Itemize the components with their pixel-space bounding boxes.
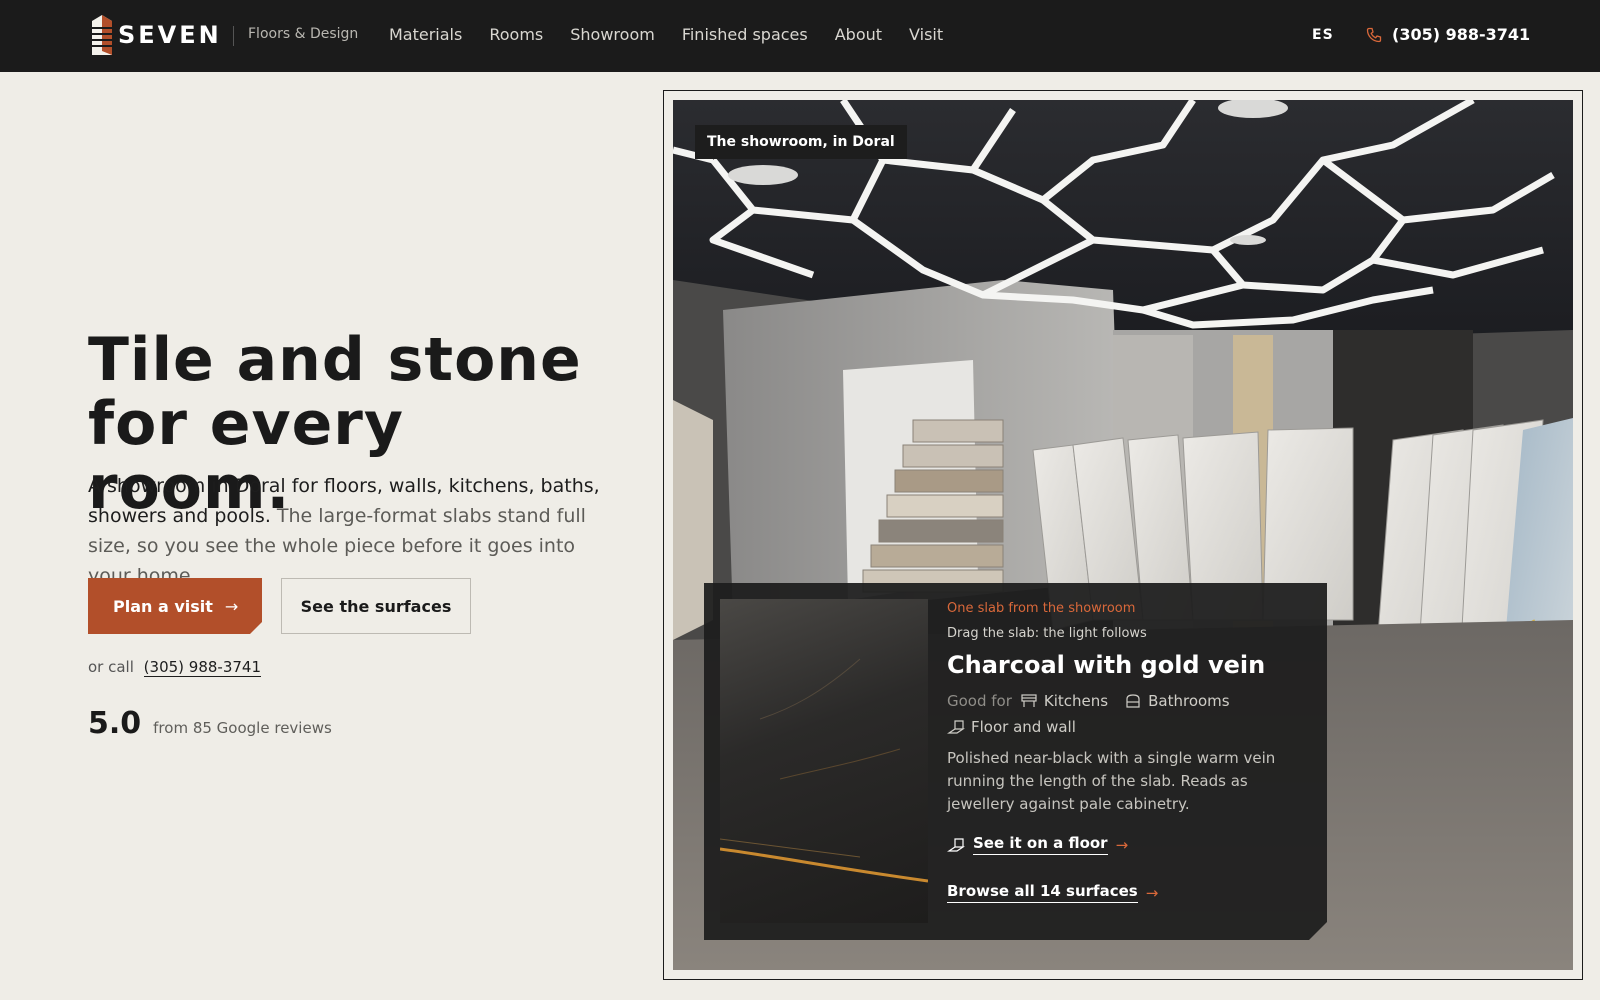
kitchen-icon bbox=[1020, 693, 1038, 709]
good-for-label: Good for bbox=[947, 692, 1012, 710]
slab-vein-illustration bbox=[720, 599, 928, 923]
card-drag-hint: Drag the slab: the light follows bbox=[947, 626, 1147, 641]
see-on-floor-link[interactable]: See it on a floor → bbox=[947, 834, 1128, 855]
tag-kitchens-label: Kitchens bbox=[1043, 692, 1109, 710]
tag-bathrooms-label: Bathrooms bbox=[1148, 692, 1230, 710]
hero-lede: A showroom in Doral for floors, walls, k… bbox=[88, 471, 618, 591]
logo-mark-icon bbox=[92, 15, 112, 55]
language-switch[interactable]: ES bbox=[1312, 27, 1334, 43]
tag-floor-wall-label: Floor and wall bbox=[971, 718, 1076, 736]
menu-item-showroom[interactable]: Showroom bbox=[570, 25, 655, 44]
tag-kitchens: Kitchens bbox=[1020, 688, 1108, 714]
main-menu: Materials Rooms Showroom Finished spaces… bbox=[389, 25, 970, 44]
menu-item-visit[interactable]: Visit bbox=[909, 25, 943, 44]
card-eyebrow: One slab from the showroom bbox=[947, 601, 1136, 616]
see-surfaces-button[interactable]: See the surfaces bbox=[281, 578, 471, 634]
tag-bathrooms: Bathrooms bbox=[1124, 688, 1230, 714]
arrow-right-icon: → bbox=[1115, 835, 1129, 854]
nav-phone-number: (305) 988-3741 bbox=[1392, 25, 1531, 44]
rating-score: 5.0 bbox=[88, 706, 142, 741]
call-prefix: or call bbox=[88, 658, 134, 676]
phone-icon bbox=[1366, 27, 1382, 42]
plan-visit-label: Plan a visit bbox=[113, 596, 213, 616]
browse-surfaces-label: Browse all 14 surfaces bbox=[947, 882, 1138, 903]
good-for-list: Good for Kitchens Bathrooms Floor and wa… bbox=[947, 688, 1317, 740]
brand-name: SEVEN bbox=[118, 21, 222, 49]
tag-floor-wall: Floor and wall bbox=[947, 714, 1076, 740]
rating-block: 5.0 from 85 Google reviews bbox=[88, 706, 332, 741]
brand-tagline: Floors & Design bbox=[248, 26, 359, 42]
browse-surfaces-link[interactable]: Browse all 14 surfaces → bbox=[947, 882, 1158, 903]
call-phone-link[interactable]: (305) 988-3741 bbox=[143, 658, 261, 677]
arrow-right-icon: → bbox=[224, 596, 239, 616]
featured-slab-card: One slab from the showroom Drag the slab… bbox=[704, 583, 1327, 940]
plan-visit-button[interactable]: Plan a visit → bbox=[88, 578, 262, 634]
arrow-right-icon: → bbox=[1145, 883, 1159, 902]
floor-icon bbox=[947, 719, 965, 735]
nav-phone-link[interactable]: (305) 988-3741 bbox=[1366, 25, 1530, 44]
menu-item-finished-spaces[interactable]: Finished spaces bbox=[682, 25, 808, 44]
see-on-floor-label: See it on a floor bbox=[973, 834, 1108, 855]
see-surfaces-label: See the surfaces bbox=[300, 596, 452, 616]
brand-logo[interactable]: SEVEN bbox=[88, 11, 222, 59]
call-line: or call (305) 988-3741 bbox=[88, 658, 261, 677]
slab-description: Polished near-black with a single warm v… bbox=[947, 749, 1276, 813]
bath-icon bbox=[1124, 693, 1142, 709]
slab-preview[interactable] bbox=[720, 599, 928, 923]
floor-icon bbox=[947, 837, 965, 853]
menu-item-materials[interactable]: Materials bbox=[389, 25, 462, 44]
menu-item-about[interactable]: About bbox=[835, 25, 882, 44]
menu-item-rooms[interactable]: Rooms bbox=[489, 25, 543, 44]
top-nav: SEVEN Floors & Design Materials Rooms Sh… bbox=[0, 0, 1600, 72]
slab-title: Charcoal with gold vein bbox=[947, 651, 1266, 679]
nav-divider bbox=[233, 26, 234, 46]
photo-caption: The showroom, in Doral bbox=[695, 125, 907, 159]
headline-line-1: Tile and stone bbox=[88, 325, 582, 395]
rating-caption: from 85 Google reviews bbox=[153, 719, 332, 737]
